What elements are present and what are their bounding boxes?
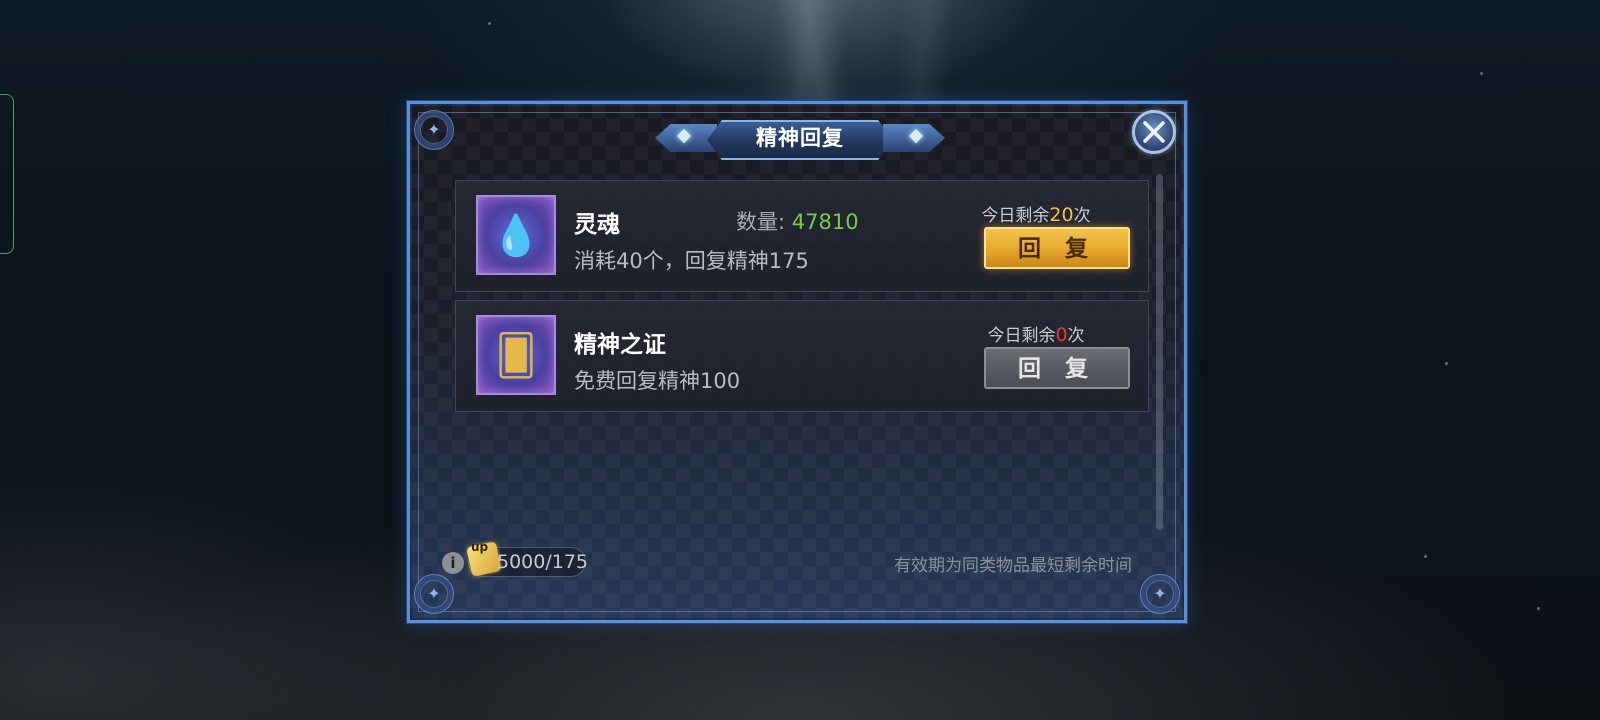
recover-button[interactable]: 回 复 — [984, 227, 1130, 269]
spirit-recovery-dialog: 精神回复 💧 灵魂 数量: 47810 消耗40个，回复精神175 今日剩余20… — [407, 101, 1187, 623]
list-item: 🂠 精神之证 免费回复精神100 今日剩余0次 回 复 — [455, 300, 1149, 412]
side-panel-edge — [0, 94, 14, 254]
remaining-count: 20 — [1049, 204, 1074, 226]
remaining-count: 0 — [1055, 324, 1068, 346]
daily-remaining: 今日剩余0次 — [956, 321, 1116, 346]
up-badge: up — [471, 540, 489, 554]
remaining-suffix: 次 — [1067, 326, 1085, 346]
dialog-title: 精神回复 — [756, 126, 844, 150]
spirit-counter: up 5000/175 — [466, 540, 589, 577]
recovery-item-list[interactable]: 💧 灵魂 数量: 47810 消耗40个，回复精神175 今日剩余20次 回 复… — [455, 180, 1149, 532]
recover-button-disabled[interactable]: 回 复 — [984, 347, 1130, 389]
close-button[interactable] — [1132, 110, 1176, 154]
list-scrollbar[interactable] — [1156, 174, 1163, 530]
particle — [488, 22, 491, 25]
particle — [1445, 362, 1448, 365]
item-description: 消耗40个，回复精神175 — [574, 249, 809, 273]
corner-ornament-icon — [414, 574, 454, 614]
item-description: 免费回复精神100 — [574, 369, 741, 393]
soul-gem-icon[interactable]: 💧 — [476, 195, 556, 275]
spirit-card-icon[interactable]: 🂠 — [476, 315, 556, 395]
remaining-prefix: 今日剩余 — [981, 206, 1050, 226]
corner-ornament-icon — [414, 110, 454, 150]
particle — [1424, 555, 1427, 558]
spirit-count: 5000/175 — [497, 551, 589, 573]
expiry-note: 有效期为同类物品最短剩余时间 — [894, 556, 1132, 576]
item-name: 灵魂 — [574, 212, 620, 238]
remaining-prefix: 今日剩余 — [987, 326, 1056, 346]
info-icon[interactable]: i — [442, 552, 464, 574]
item-quantity: 数量: 47810 — [736, 206, 859, 236]
item-name: 精神之证 — [574, 332, 666, 358]
quantity-value: 47810 — [791, 210, 859, 234]
daily-remaining: 今日剩余20次 — [956, 201, 1116, 226]
particle — [1480, 72, 1483, 75]
quantity-label: 数量: — [736, 210, 792, 234]
remaining-suffix: 次 — [1073, 206, 1091, 226]
particle — [1537, 607, 1540, 610]
list-item: 💧 灵魂 数量: 47810 消耗40个，回复精神175 今日剩余20次 回 复 — [455, 180, 1149, 292]
title-plate: 精神回复 — [655, 120, 945, 160]
corner-ornament-icon — [1140, 574, 1180, 614]
close-icon — [1143, 121, 1165, 143]
